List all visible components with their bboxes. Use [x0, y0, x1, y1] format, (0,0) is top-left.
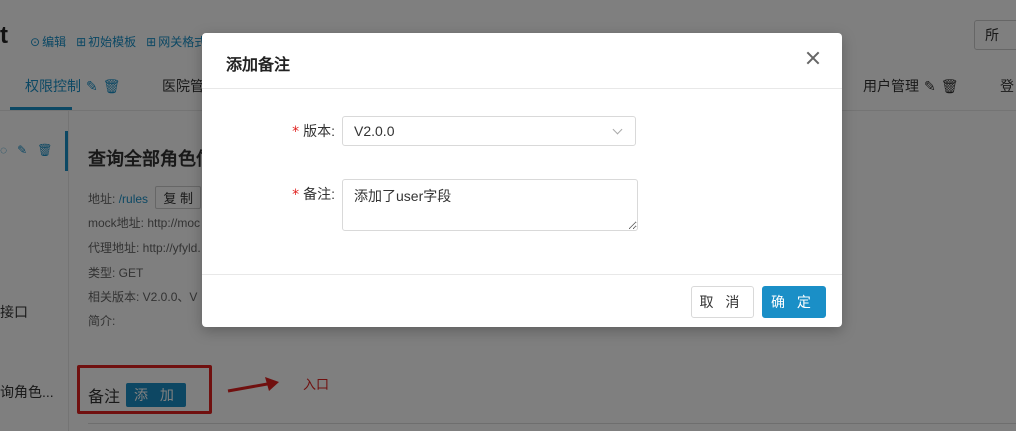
add-note-modal: 添加备注 * 版本: V2.0.0 * 备注: 添加了user字段 取 消 确 定 — [202, 33, 842, 327]
version-label: * 版本: — [292, 123, 335, 140]
note-label: * 备注: — [292, 186, 335, 203]
note-textarea[interactable]: 添加了user字段 — [342, 179, 638, 231]
modal-header: 添加备注 — [202, 33, 842, 89]
note-row: * 备注: 添加了user字段 — [202, 179, 638, 231]
version-select[interactable]: V2.0.0 — [342, 116, 636, 146]
chevron-down-icon — [612, 124, 623, 135]
modal-title: 添加备注 — [226, 57, 291, 74]
modal-footer: 取 消 确 定 — [202, 274, 842, 327]
close-icon[interactable] — [806, 51, 820, 65]
cancel-button[interactable]: 取 消 — [691, 286, 754, 318]
required-mark: * — [292, 187, 300, 203]
confirm-button[interactable]: 确 定 — [762, 286, 826, 318]
version-select-value: V2.0.0 — [354, 123, 395, 139]
required-mark: * — [292, 124, 300, 140]
version-row: * 版本: V2.0.0 — [202, 116, 636, 147]
